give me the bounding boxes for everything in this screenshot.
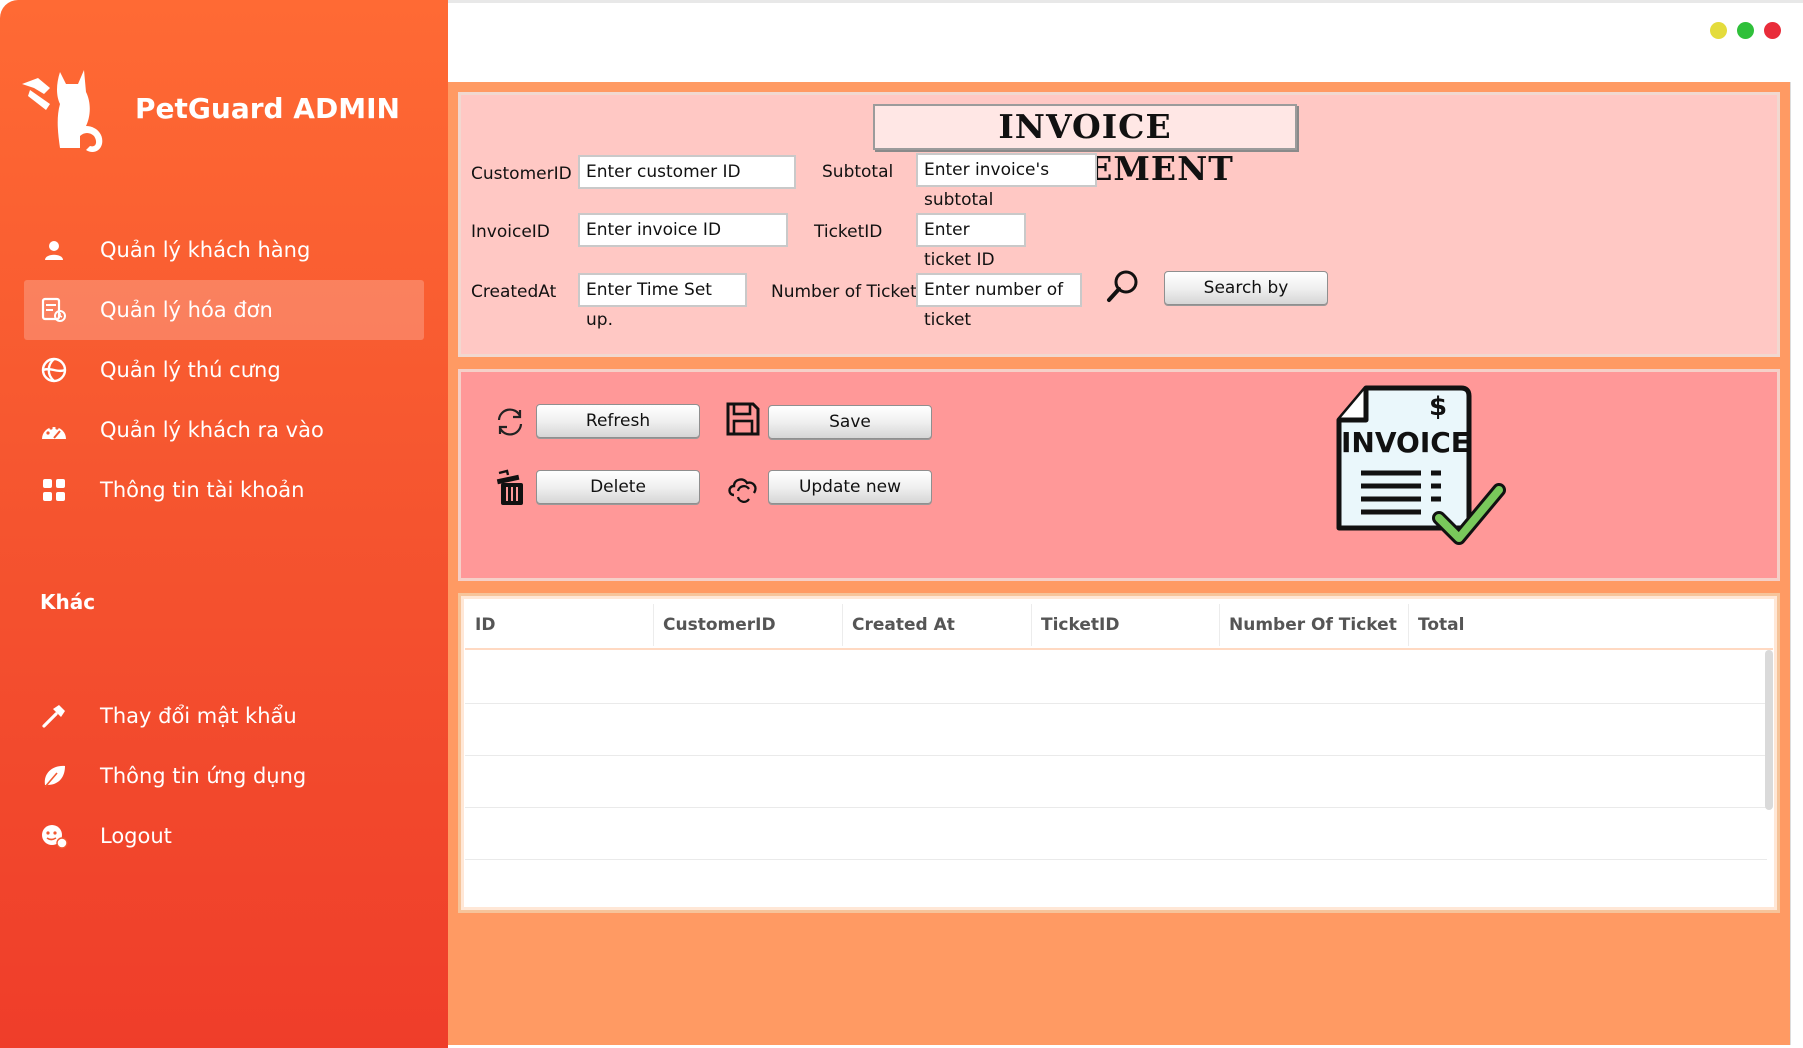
sidebar-item-customers[interactable]: Quản lý khách hàng: [24, 220, 424, 280]
table-row[interactable]: [465, 808, 1767, 860]
ticket-id-label: TicketID: [814, 222, 883, 242]
subtotal-label: Subtotal: [822, 162, 894, 182]
grid-icon: [40, 476, 68, 504]
pet-icon: [40, 356, 68, 384]
number-of-ticket-label: Number of Ticket: [771, 282, 917, 302]
column-header-ticket-id[interactable]: TicketID: [1031, 600, 1119, 650]
invoice-id-label: InvoiceID: [471, 222, 550, 242]
sidebar-item-label: Quản lý khách ra vào: [100, 418, 324, 442]
table-row[interactable]: [465, 704, 1767, 756]
dollar-symbol: $: [1429, 392, 1448, 422]
subtotal-field[interactable]: Enter invoice's subtotal: [916, 153, 1097, 210]
content-area: INVOICE MANAGEMENT CustomerID Enter cust…: [448, 82, 1790, 1045]
customer-id-label: CustomerID: [471, 164, 572, 184]
cloud-sync-icon[interactable]: [725, 469, 761, 505]
page-title: INVOICE MANAGEMENT: [873, 104, 1297, 188]
sidebar-item-label: Thông tin tài khoản: [100, 478, 305, 502]
table-row[interactable]: [465, 756, 1767, 808]
invoice-table: ID CustomerID Created At TicketID Number…: [458, 593, 1780, 913]
table-header: ID CustomerID Created At TicketID Number…: [465, 600, 1773, 650]
hammer-icon: [40, 702, 68, 730]
sidebar-item-label: Quản lý khách hàng: [100, 238, 311, 262]
logout-face-icon: [40, 822, 68, 850]
sidebar-item-app-info[interactable]: Thông tin ứng dụng: [24, 746, 424, 806]
window-right-edge: [1790, 82, 1803, 1045]
update-new-button[interactable]: Update new: [768, 470, 932, 504]
save-icon[interactable]: [725, 401, 761, 437]
invoice-document-icon: [1336, 385, 1506, 545]
leaf-icon: [40, 762, 68, 790]
search-by-button[interactable]: Search by: [1164, 271, 1328, 305]
main-area: INVOICE MANAGEMENT CustomerID Enter cust…: [448, 0, 1803, 1048]
minimize-button[interactable]: [1710, 22, 1727, 39]
sidebar-item-label: Logout: [100, 824, 172, 848]
refresh-button[interactable]: Refresh: [536, 404, 700, 438]
table-row[interactable]: [465, 860, 1767, 902]
dashboard-gauge-icon: [40, 416, 68, 444]
number-of-ticket-field[interactable]: Enter number of ticket: [916, 273, 1082, 330]
table-row[interactable]: [465, 652, 1767, 704]
sidebar-item-label: Thông tin ứng dụng: [100, 764, 307, 788]
magnifier-icon[interactable]: [1105, 268, 1141, 304]
section-label-other: Khác: [40, 590, 96, 614]
column-header-customer-id[interactable]: CustomerID: [653, 600, 776, 650]
sidebar-item-label: Quản lý thú cưng: [100, 358, 281, 382]
brand: PetGuard ADMIN: [20, 64, 400, 154]
sidebar-item-label: Thay đổi mật khẩu: [100, 704, 297, 728]
column-header-id[interactable]: ID: [465, 600, 495, 650]
actions-panel: Refresh Save Delete Update new $ INVOICE: [458, 369, 1780, 581]
sidebar-item-account[interactable]: Thông tin tài khoản: [24, 460, 424, 520]
invoice-id-field[interactable]: Enter invoice ID: [578, 213, 788, 247]
invoice-form-panel: INVOICE MANAGEMENT CustomerID Enter cust…: [458, 92, 1780, 357]
user-icon: [40, 236, 68, 264]
sidebar-item-logout[interactable]: Logout: [24, 806, 424, 866]
customer-id-field[interactable]: Enter customer ID: [578, 155, 796, 189]
column-header-number-of-ticket[interactable]: Number Of Ticket: [1219, 600, 1397, 650]
column-header-created-at[interactable]: Created At: [842, 600, 955, 650]
sidebar-nav-other: Thay đổi mật khẩu Thông tin ứng dụng Log…: [24, 686, 424, 866]
created-at-label: CreatedAt: [471, 282, 557, 302]
trash-icon[interactable]: [495, 469, 529, 507]
sidebar-item-pets[interactable]: Quản lý thú cưng: [24, 340, 424, 400]
invoice-illustration: $ INVOICE: [1331, 378, 1511, 558]
created-at-field[interactable]: Enter Time Set up.: [578, 273, 747, 330]
column-header-total[interactable]: Total: [1408, 600, 1464, 650]
delete-button[interactable]: Delete: [536, 470, 700, 504]
sidebar-nav: Quản lý khách hàng Quản lý hóa đơn Quản …: [24, 220, 424, 520]
sidebar-item-change-password[interactable]: Thay đổi mật khẩu: [24, 686, 424, 746]
sidebar-item-label: Quản lý hóa đơn: [100, 298, 273, 322]
app-title: PetGuard ADMIN: [135, 92, 400, 125]
sidebar: PetGuard ADMIN Quản lý khách hàng Quản l…: [0, 0, 448, 1048]
app-window: PetGuard ADMIN Quản lý khách hàng Quản l…: [0, 0, 1803, 1048]
close-button[interactable]: [1764, 22, 1781, 39]
refresh-icon[interactable]: [493, 405, 527, 439]
cat-with-hand-logo: [22, 70, 103, 152]
ticket-id-field[interactable]: Enter ticket ID: [916, 213, 1026, 270]
invoice-icon: [40, 296, 68, 324]
sidebar-item-invoices[interactable]: Quản lý hóa đơn: [24, 280, 424, 340]
table-scrollbar[interactable]: [1765, 650, 1773, 810]
invoice-illustration-label: INVOICE: [1341, 426, 1470, 459]
window-titlebar: [448, 0, 1803, 82]
maximize-button[interactable]: [1737, 22, 1754, 39]
save-button[interactable]: Save: [768, 405, 932, 439]
sidebar-item-visits[interactable]: Quản lý khách ra vào: [24, 400, 424, 460]
